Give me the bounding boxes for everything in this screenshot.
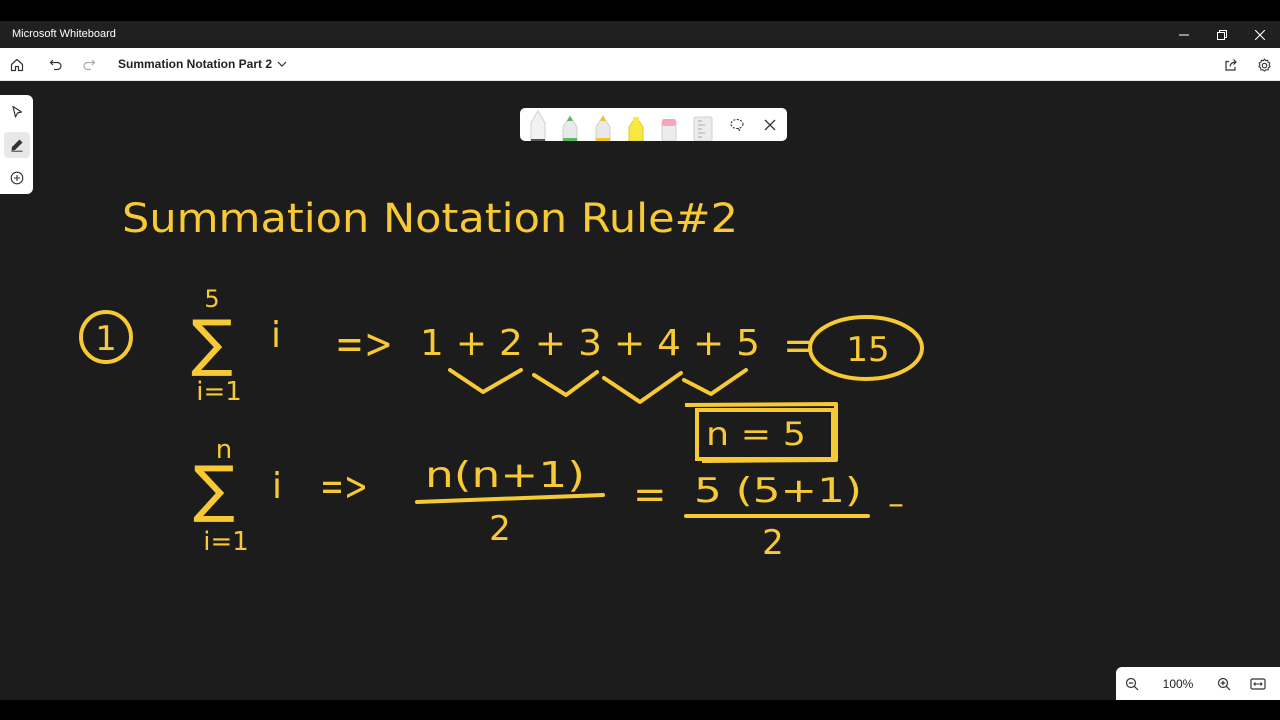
whiteboard-canvas[interactable]	[0, 81, 1280, 700]
letterbox-bottom	[0, 700, 1280, 720]
minimize-icon	[1179, 34, 1189, 35]
undo-icon	[49, 59, 62, 71]
minimize-button[interactable]	[1165, 21, 1203, 48]
white-pen[interactable]	[528, 109, 548, 141]
settings-button[interactable]	[1252, 53, 1276, 77]
app-title: Microsoft Whiteboard	[12, 28, 116, 40]
select-arrow-icon	[12, 105, 23, 118]
close-icon	[764, 119, 776, 131]
pen-tray	[520, 108, 787, 141]
app-toolbar: Summation Notation Part 2	[0, 48, 1280, 81]
left-tool-rail	[0, 95, 33, 194]
zoom-out-icon	[1125, 677, 1139, 691]
add-icon	[10, 171, 24, 185]
restore-button[interactable]	[1203, 21, 1241, 48]
pen-tool-button[interactable]	[4, 132, 30, 158]
share-icon	[1225, 59, 1237, 71]
green-pen[interactable]	[560, 115, 580, 141]
redo-icon	[83, 59, 96, 71]
eraser[interactable]	[659, 115, 679, 141]
yellow-pen[interactable]	[593, 115, 613, 141]
restore-icon	[1217, 29, 1227, 40]
lasso-icon	[730, 118, 744, 132]
home-button[interactable]	[5, 53, 29, 77]
fit-to-screen-button[interactable]	[1246, 672, 1270, 696]
zoom-level[interactable]: 100%	[1160, 677, 1196, 691]
gear-icon	[1257, 57, 1271, 72]
redo-button[interactable]	[77, 53, 101, 77]
letterbox-top	[0, 0, 1280, 21]
document-title[interactable]: Summation Notation Part 2	[118, 57, 272, 71]
zoom-in-button[interactable]	[1212, 672, 1236, 696]
add-content-button[interactable]	[4, 165, 30, 191]
chevron-down-icon	[277, 61, 287, 67]
ruler[interactable]	[692, 115, 714, 141]
close-window-button[interactable]	[1241, 21, 1279, 48]
select-tool-button[interactable]	[4, 99, 30, 125]
close-pen-tray-button[interactable]	[759, 114, 781, 136]
yellow-highlighter[interactable]	[626, 115, 646, 141]
close-icon	[1255, 29, 1265, 40]
zoom-controls: 100%	[1116, 667, 1280, 700]
fit-to-screen-icon	[1250, 678, 1266, 690]
lasso-select-button[interactable]	[726, 114, 748, 136]
home-icon	[10, 58, 24, 72]
zoom-out-button[interactable]	[1120, 672, 1144, 696]
zoom-in-icon	[1217, 677, 1231, 691]
pen-icon	[11, 139, 23, 152]
document-menu-chevron[interactable]	[275, 55, 289, 73]
window-titlebar: Microsoft Whiteboard	[0, 21, 1280, 48]
undo-button[interactable]	[44, 53, 68, 77]
share-button[interactable]	[1219, 53, 1243, 77]
